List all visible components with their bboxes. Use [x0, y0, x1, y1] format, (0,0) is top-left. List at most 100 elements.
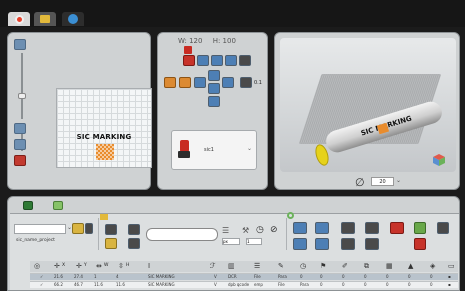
- font-icon[interactable]: ℱ: [210, 262, 216, 270]
- table-cell[interactable]: Para: [278, 274, 287, 280]
- folder-open-button[interactable]: [72, 223, 84, 234]
- table-cell[interactable]: 0: [364, 274, 367, 280]
- design-text-element[interactable]: SIC MARKING: [57, 133, 151, 141]
- image-button[interactable]: [225, 55, 237, 66]
- fit-view-button[interactable]: [14, 139, 26, 150]
- view-cube-icon[interactable]: [432, 153, 446, 167]
- table-cell[interactable]: emp: [254, 282, 263, 288]
- open-button[interactable]: [105, 238, 117, 249]
- table-cell[interactable]: V: [214, 282, 217, 288]
- move-down-button[interactable]: [208, 96, 220, 107]
- text-entry-input[interactable]: [146, 228, 218, 241]
- tool-select[interactable]: sic1 ⌄: [171, 130, 257, 170]
- table-cell[interactable]: File: [278, 282, 285, 288]
- forbidden-icon[interactable]: ⊘: [270, 225, 278, 235]
- table-cell[interactable]: 0: [430, 274, 433, 280]
- move-up-row-button[interactable]: [414, 222, 426, 234]
- vertical-zoom-slider[interactable]: [21, 53, 23, 119]
- wrench-icon[interactable]: ⚒: [242, 226, 249, 235]
- copy-icon[interactable]: ⧉: [364, 262, 369, 271]
- info-button[interactable]: [293, 238, 307, 250]
- table-cell[interactable]: DCR: [228, 274, 237, 280]
- circle-button[interactable]: [341, 222, 355, 234]
- chevron-down-icon[interactable]: ⌄: [247, 145, 252, 152]
- table-cell[interactable]: 0: [408, 274, 411, 280]
- delete-button[interactable]: [390, 222, 404, 234]
- table-cell[interactable]: 66.2: [54, 282, 63, 288]
- print-button[interactable]: [128, 224, 140, 235]
- height-icon[interactable]: ⇳: [118, 262, 124, 270]
- page-icon[interactable]: ▭: [448, 262, 455, 270]
- move-x-icon[interactable]: ✛: [54, 262, 60, 270]
- tab-images[interactable]: [34, 12, 56, 26]
- zoom-input[interactable]: 20: [371, 177, 394, 186]
- save-button[interactable]: [105, 224, 117, 235]
- frame-button[interactable]: [197, 55, 209, 66]
- triangle-icon[interactable]: ▲: [408, 262, 413, 270]
- target-icon[interactable]: ◎: [34, 262, 40, 270]
- pattern-button-2[interactable]: [179, 77, 191, 88]
- table-cell[interactable]: File: [254, 274, 261, 280]
- preview-viewport[interactable]: SIC MARKING: [280, 38, 456, 172]
- move-left-button[interactable]: [194, 77, 206, 88]
- table-cell[interactable]: SIC MARKING: [148, 282, 175, 288]
- width-icon[interactable]: ⇹: [96, 262, 102, 270]
- table-cell[interactable]: 0: [342, 274, 345, 280]
- tab-elements[interactable]: [23, 201, 33, 210]
- clock-icon[interactable]: ◷: [300, 262, 306, 270]
- color-red-button[interactable]: [183, 55, 195, 66]
- table-cell[interactable]: ▪: [448, 274, 451, 280]
- move-y-icon[interactable]: ✛: [76, 262, 82, 270]
- move-up-button[interactable]: [208, 70, 220, 81]
- table-cell[interactable]: ▪: [448, 282, 451, 288]
- table-cell[interactable]: 46.7: [74, 282, 83, 288]
- move-down-row-button[interactable]: [414, 238, 426, 250]
- edit-button[interactable]: [315, 222, 329, 234]
- align-icon[interactable]: ☰: [222, 226, 229, 235]
- table-cell[interactable]: 0: [430, 282, 433, 288]
- pen-icon[interactable]: ✎: [278, 262, 284, 270]
- tab-layers[interactable]: [53, 201, 63, 210]
- move-center-button[interactable]: [208, 83, 220, 94]
- flag-icon[interactable]: ⚑: [320, 262, 326, 270]
- slider-thumb[interactable]: [18, 93, 26, 99]
- project-select[interactable]: [14, 224, 66, 234]
- table-cell[interactable]: 4: [116, 274, 119, 280]
- calendar-button[interactable]: [341, 238, 355, 250]
- paint-icon[interactable]: ✐: [342, 262, 348, 270]
- calendar-12-button[interactable]: [365, 238, 379, 250]
- arrow-button[interactable]: [239, 55, 251, 66]
- table-cell[interactable]: Para: [300, 282, 309, 288]
- table-cell[interactable]: 0: [364, 282, 367, 288]
- table-cell[interactable]: 0: [408, 282, 411, 288]
- tab-world[interactable]: [62, 12, 84, 26]
- table-row[interactable]: ✓ 21.6 27.4 1 4 SIC MARKING V DCR File Para 0 0 0 0 0 0…: [30, 273, 458, 280]
- barcode-icon[interactable]: ▥: [228, 262, 235, 270]
- table-cell[interactable]: 0: [386, 274, 389, 280]
- design-canvas[interactable]: SIC MARKING: [56, 88, 152, 168]
- table-cell[interactable]: ✓: [40, 274, 43, 280]
- text-icon[interactable]: Ⅰ: [148, 262, 150, 270]
- move-right-button[interactable]: [222, 77, 234, 88]
- table-cell[interactable]: 0: [300, 274, 303, 280]
- table-cell[interactable]: 0: [320, 282, 323, 288]
- tab-design[interactable]: [8, 12, 30, 26]
- stopwatch-button[interactable]: [365, 222, 379, 234]
- table-cell[interactable]: V: [214, 274, 217, 280]
- table-cell[interactable]: 0: [342, 282, 345, 288]
- zoom-dropdown-icon[interactable]: ⌄: [396, 177, 401, 184]
- table-cell[interactable]: 21.6: [54, 274, 63, 280]
- remove-button[interactable]: [14, 155, 26, 166]
- units-select[interactable]: px: [222, 238, 240, 245]
- table-cell[interactable]: 0: [386, 282, 389, 288]
- qr-code-element[interactable]: [96, 144, 114, 160]
- clock-icon[interactable]: ◷: [256, 225, 264, 235]
- export-button[interactable]: [128, 238, 140, 249]
- step-button[interactable]: [240, 77, 252, 88]
- table-cell[interactable]: 27.4: [74, 274, 83, 280]
- settings-button[interactable]: [437, 222, 449, 234]
- size-select[interactable]: 1: [246, 238, 262, 245]
- align-icon[interactable]: ☰: [254, 262, 260, 270]
- table-cell[interactable]: 11.6: [116, 282, 125, 288]
- grid-icon[interactable]: ▦: [386, 262, 393, 270]
